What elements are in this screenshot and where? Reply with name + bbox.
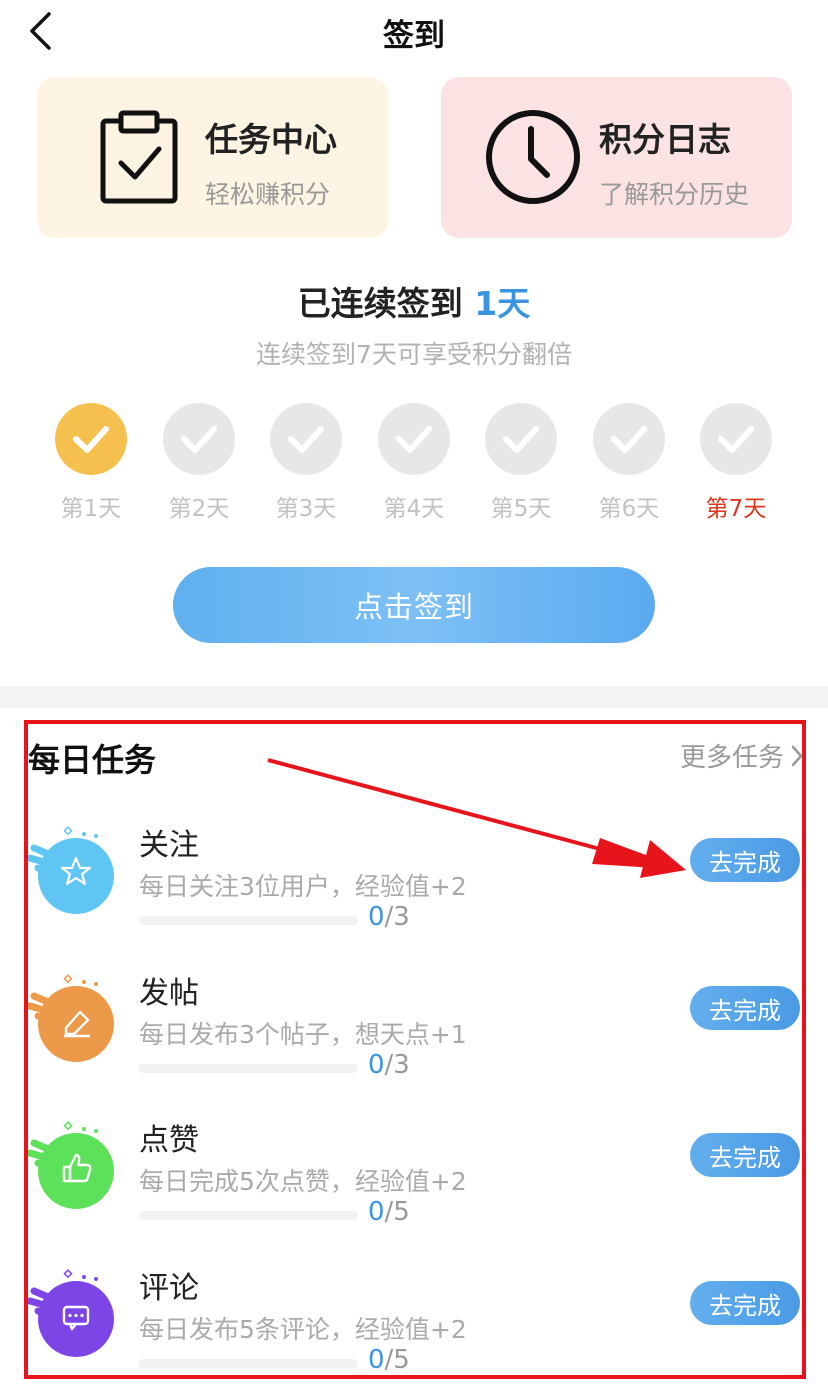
day-6: 第6天: [589, 403, 669, 523]
complete-task-button[interactable]: 去完成: [690, 838, 800, 882]
task-center-title: 任务中心: [205, 120, 337, 159]
day-label: 第1天: [60, 496, 122, 522]
task-progress-total: /5: [384, 1197, 410, 1227]
task-progress-bar: [139, 1064, 358, 1073]
day-label: 第2天: [168, 496, 230, 522]
day-3: 第3天: [266, 403, 346, 523]
day-label: 第4天: [383, 496, 445, 522]
header: 签到: [0, 0, 828, 62]
comment-icon: [26, 1267, 124, 1363]
task-progress-count: 0/5: [368, 1197, 410, 1227]
thumb-up-icon: [26, 1119, 124, 1215]
complete-task-button[interactable]: 去完成: [690, 1133, 800, 1177]
day-label: 第3天: [275, 496, 337, 522]
task-description: 每日发布5条评论，经验值+2: [139, 1315, 467, 1344]
task-row: 关注每日关注3位用户，经验值+2 0/3 去完成: [26, 820, 808, 960]
task-progress-done: 0: [368, 1197, 385, 1227]
task-name: 发帖: [139, 976, 199, 1011]
day-5: 第5天: [481, 403, 561, 523]
task-description: 每日关注3位用户，经验值+2: [139, 872, 467, 901]
task-row: 发帖每日发布3个帖子，想天点+1 0/3 去完成: [26, 968, 808, 1108]
clock-icon: [486, 110, 580, 204]
task-name: 关注: [139, 828, 199, 863]
check-circle-icon: [485, 403, 557, 475]
edit-icon: [26, 972, 124, 1068]
clipboard-check-icon: [100, 110, 178, 204]
streak-prefix: 已连续签到: [297, 284, 475, 323]
task-name: 点赞: [139, 1123, 199, 1158]
points-log-subtitle: 了解积分历史: [599, 180, 750, 209]
check-circle-icon: [55, 403, 127, 475]
check-circle-icon: [378, 403, 450, 475]
daily-tasks-title: 每日任务: [28, 741, 157, 779]
complete-task-button[interactable]: 去完成: [690, 1281, 800, 1325]
task-progress-count: 0/3: [368, 902, 410, 932]
task-description: 每日发布3个帖子，想天点+1: [139, 1020, 467, 1049]
task-progress-count: 0/3: [368, 1050, 410, 1080]
task-description: 每日完成5次点赞，经验值+2: [139, 1167, 467, 1196]
day-4: 第4天: [374, 403, 454, 523]
task-progress-done: 0: [368, 1050, 385, 1080]
task-row: 评论每日发布5条评论，经验值+2 0/5 去完成: [26, 1263, 808, 1396]
task-progress-done: 0: [368, 1345, 385, 1375]
chevron-right-icon: [791, 745, 803, 766]
task-progress-total: /3: [384, 902, 410, 932]
page-title: 签到: [383, 18, 445, 54]
task-progress-count: 0/5: [368, 1345, 410, 1375]
task-center-card[interactable]: 任务中心 轻松赚积分: [37, 77, 388, 238]
task-progress-bar: [139, 916, 358, 925]
task-progress-done: 0: [368, 902, 385, 932]
day-2: 第2天: [159, 403, 239, 523]
day-label: 第5天: [490, 496, 552, 522]
section-divider: [0, 686, 828, 708]
task-progress-bar: [139, 1359, 358, 1368]
task-name: 评论: [139, 1271, 199, 1306]
day-label: 第7天: [705, 496, 767, 522]
more-tasks-link[interactable]: 更多任务: [680, 737, 804, 774]
streak-days: 1天: [474, 284, 531, 323]
day-7: 第7天: [696, 403, 776, 523]
streak-heading: 已连续签到 1天: [0, 277, 828, 325]
task-progress-bar: [139, 1211, 358, 1220]
check-circle-icon: [270, 403, 342, 475]
day-1: 第1天: [51, 403, 131, 523]
star-icon: [26, 824, 124, 920]
task-row: 点赞每日完成5次点赞，经验值+2 0/5 去完成: [26, 1115, 808, 1255]
task-progress-total: /5: [384, 1345, 410, 1375]
check-circle-icon: [163, 403, 235, 475]
points-log-title: 积分日志: [599, 120, 731, 159]
check-circle-icon: [700, 403, 772, 475]
day-label: 第6天: [598, 496, 660, 522]
points-log-card[interactable]: 积分日志 了解积分历史: [441, 77, 792, 238]
sign-in-button[interactable]: 点击签到: [173, 567, 655, 643]
complete-task-button[interactable]: 去完成: [690, 986, 800, 1030]
task-progress-total: /3: [384, 1050, 410, 1080]
check-circle-icon: [593, 403, 665, 475]
more-tasks-label: 更多任务: [679, 743, 784, 773]
streak-subtitle: 连续签到7天可享受积分翻倍: [256, 340, 572, 369]
task-center-subtitle: 轻松赚积分: [205, 180, 331, 209]
